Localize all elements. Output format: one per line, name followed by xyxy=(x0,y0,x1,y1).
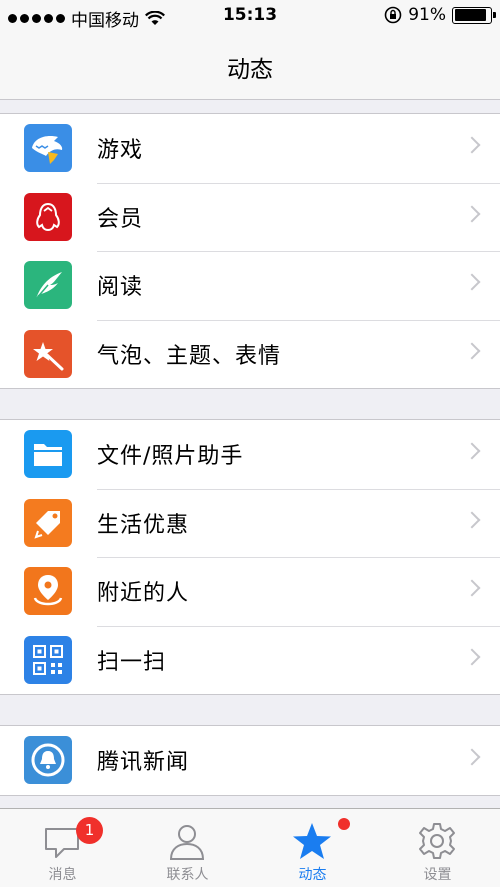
list-item-label: 会员 xyxy=(97,206,144,232)
chevron-right-icon xyxy=(463,273,481,291)
list-group-apps: 游戏 会员 阅读 气泡、主题、表情 xyxy=(0,113,500,389)
person-icon xyxy=(169,825,205,860)
tab-settings[interactable]: 设置 xyxy=(375,809,500,887)
shark-game-icon xyxy=(24,124,72,173)
list-item-people-nearby[interactable]: 附近的人 xyxy=(0,557,500,626)
chevron-right-icon xyxy=(463,205,481,222)
feather-read-icon xyxy=(24,261,72,310)
new-activity-dot xyxy=(338,818,350,830)
gear-icon xyxy=(419,823,455,859)
tab-label: 动态 xyxy=(298,867,327,883)
status-bar: 中国移动 15:13 91% xyxy=(0,0,500,32)
page-title: 动态 xyxy=(227,57,273,83)
list-item-label: 腾讯新闻 xyxy=(97,750,190,776)
tab-feed[interactable]: 动态 xyxy=(250,809,375,887)
unread-badge: 1 xyxy=(76,817,103,844)
list-item-reading[interactable]: 阅读 xyxy=(0,251,500,320)
tab-contacts[interactable]: 联系人 xyxy=(125,809,250,887)
tab-label: 联系人 xyxy=(166,867,209,883)
chevron-right-icon xyxy=(463,342,481,359)
battery-icon xyxy=(452,6,496,24)
tab-label: 设置 xyxy=(423,867,452,883)
nav-bar: 动态 xyxy=(0,32,500,100)
list-item-label: 生活优惠 xyxy=(97,512,190,538)
star-icon xyxy=(293,823,331,859)
list-item-games[interactable]: 游戏 xyxy=(0,114,500,183)
magic-wand-icon xyxy=(24,329,72,378)
penguin-vip-icon xyxy=(24,192,72,241)
qr-code-icon xyxy=(24,635,72,684)
tab-label: 消息 xyxy=(48,867,77,883)
list-item-label: 扫一扫 xyxy=(97,649,167,675)
folder-icon xyxy=(24,430,72,479)
battery-percent: 91% xyxy=(408,5,446,25)
list-item-bubble-theme-emoji[interactable]: 气泡、主题、表情 xyxy=(0,319,500,389)
battery-area: 91% xyxy=(384,5,496,25)
location-pin-icon xyxy=(24,567,72,616)
bell-news-icon xyxy=(24,736,72,785)
list-group-tools: 文件/照片助手 生活优惠 附近的人 扫一扫 xyxy=(0,419,500,695)
chevron-right-icon xyxy=(463,442,481,460)
list-item-scan[interactable]: 扫一扫 xyxy=(0,625,500,695)
list-item-label: 游戏 xyxy=(97,138,144,164)
list-group-news: 腾讯新闻 xyxy=(0,725,500,796)
rotation-lock-icon xyxy=(384,6,402,24)
list-item-label: 气泡、主题、表情 xyxy=(97,343,282,369)
tab-bar: 1 消息 联系人 动态 设置 xyxy=(0,808,500,887)
list-item-label: 阅读 xyxy=(97,275,144,301)
tab-messages[interactable]: 1 消息 xyxy=(0,809,125,887)
list-item-tencent-news[interactable]: 腾讯新闻 xyxy=(0,726,500,795)
list-item-vip[interactable]: 会员 xyxy=(0,182,500,252)
list-item-label: 文件/照片助手 xyxy=(97,444,244,470)
chevron-right-icon xyxy=(463,748,481,766)
chevron-right-icon xyxy=(463,648,481,665)
chevron-right-icon xyxy=(463,579,481,597)
chevron-right-icon xyxy=(463,511,481,528)
tag-icon xyxy=(24,498,72,547)
list-item-life-deals[interactable]: 生活优惠 xyxy=(0,488,500,558)
list-item-label: 附近的人 xyxy=(97,581,190,607)
chevron-right-icon xyxy=(463,136,481,154)
list-item-file-photo-assistant[interactable]: 文件/照片助手 xyxy=(0,420,500,489)
